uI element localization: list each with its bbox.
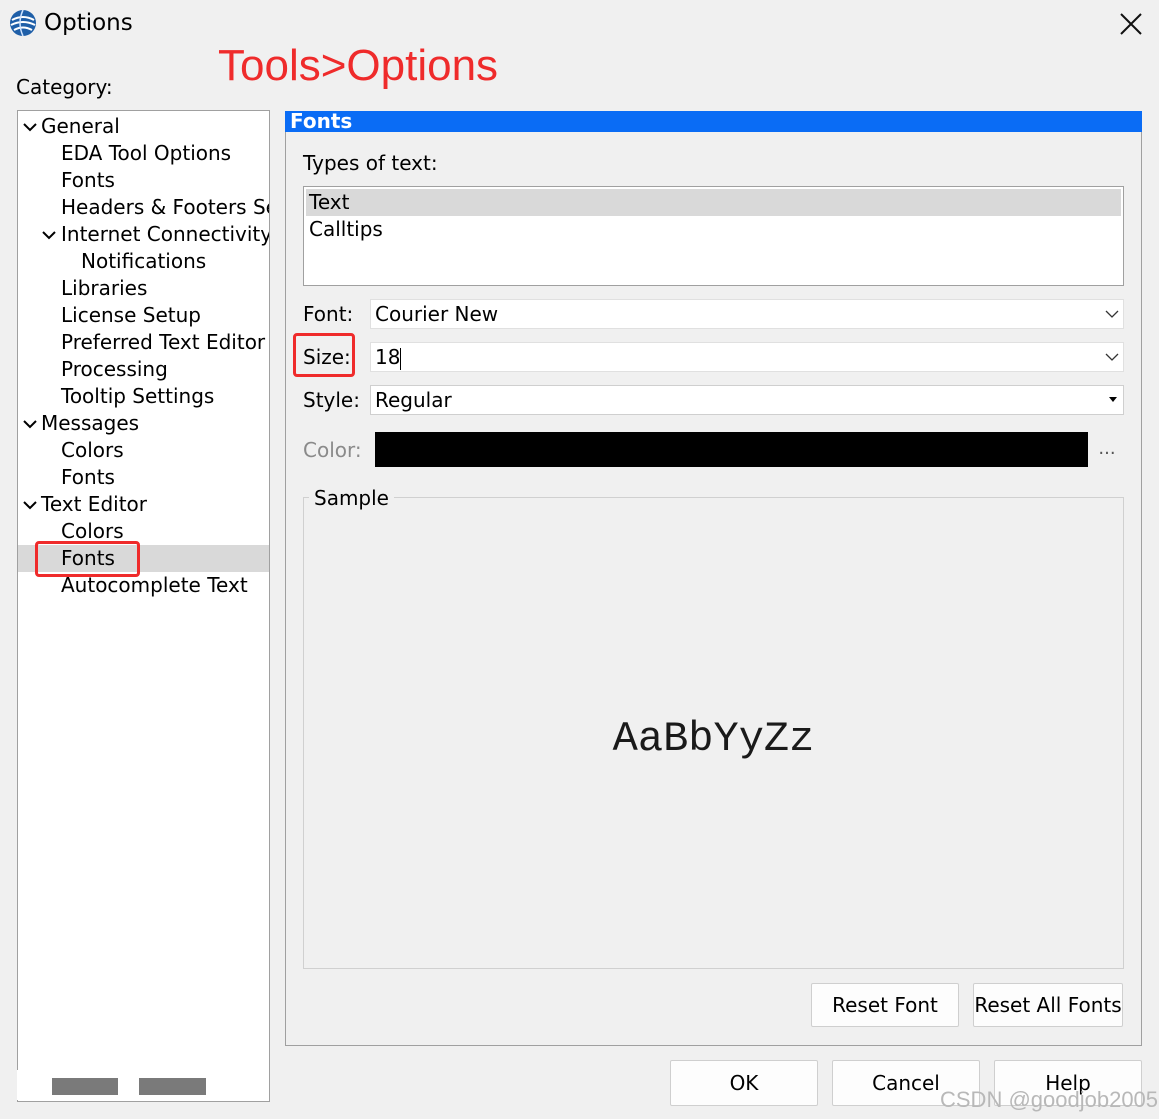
tree-item-label: EDA Tool Options bbox=[61, 141, 232, 165]
sample-label: Sample bbox=[309, 484, 394, 512]
tree-item-label: Tooltip Settings bbox=[61, 384, 215, 408]
types-of-text-label: Types of text: bbox=[303, 151, 438, 175]
tree-item-internet-connectivity[interactable]: Internet Connectivity bbox=[18, 221, 269, 248]
size-select[interactable]: 18 bbox=[370, 342, 1124, 372]
tree-item-label: Fonts bbox=[61, 465, 115, 489]
tree-item-general[interactable]: General bbox=[18, 113, 269, 140]
close-icon bbox=[1120, 13, 1142, 35]
text-cursor bbox=[400, 347, 402, 370]
window-title: Options bbox=[44, 10, 133, 36]
tree-item-label: Colors bbox=[61, 438, 124, 462]
tree-item-label: Libraries bbox=[61, 276, 148, 300]
tree-item-label: Notifications bbox=[81, 249, 207, 273]
style-label: Style: bbox=[303, 388, 360, 412]
reset-all-fonts-button[interactable]: Reset All Fonts bbox=[973, 983, 1123, 1027]
list-item-text[interactable]: Text bbox=[306, 189, 1121, 216]
reset-font-button[interactable]: Reset Font bbox=[811, 983, 959, 1027]
tree-item-label: Headers & Footers Set bbox=[61, 195, 270, 219]
tree-item-processing[interactable]: Processing bbox=[18, 356, 269, 383]
scrollbar-thumb[interactable] bbox=[52, 1078, 118, 1095]
tree-item-tooltip-settings[interactable]: Tooltip Settings bbox=[18, 383, 269, 410]
panel-title: Fonts bbox=[290, 109, 353, 133]
tree-item-label: Text Editor bbox=[41, 492, 147, 516]
category-label: Category: bbox=[16, 75, 113, 99]
font-select[interactable]: Courier New bbox=[370, 299, 1124, 329]
chevron-down-icon[interactable] bbox=[41, 227, 57, 243]
size-label: Size: bbox=[303, 345, 351, 369]
highlight-box-fonts bbox=[35, 541, 140, 577]
dropdown-arrow-icon bbox=[1109, 397, 1117, 402]
tree-item-messages-colors[interactable]: Colors bbox=[18, 437, 269, 464]
title-bar bbox=[0, 0, 1159, 50]
tree-item-text-editor[interactable]: Text Editor bbox=[18, 491, 269, 518]
tree-item-headers-footers[interactable]: Headers & Footers Set bbox=[18, 194, 269, 221]
style-select[interactable]: Regular bbox=[370, 385, 1124, 415]
tree-item-eda-tool-options[interactable]: EDA Tool Options bbox=[18, 140, 269, 167]
tree-item-libraries[interactable]: Libraries bbox=[18, 275, 269, 302]
close-button[interactable] bbox=[1108, 4, 1154, 44]
font-select-value: Courier New bbox=[375, 302, 499, 326]
tree-item-label: Preferred Text Editor bbox=[61, 330, 266, 354]
tree-item-label: Messages bbox=[41, 411, 140, 435]
tree-item-preferred-text-editor[interactable]: Preferred Text Editor bbox=[18, 329, 269, 356]
watermark: CSDN @goodjob2005 bbox=[940, 1087, 1159, 1112]
tree-item-label: Internet Connectivity bbox=[61, 222, 270, 246]
list-item-calltips[interactable]: Calltips bbox=[306, 216, 1121, 243]
tree-item-messages-fonts[interactable]: Fonts bbox=[18, 464, 269, 491]
types-of-text-list[interactable]: Text Calltips bbox=[303, 186, 1124, 286]
size-select-value: 18 bbox=[375, 345, 401, 369]
scrollbar-thumb[interactable] bbox=[139, 1078, 206, 1095]
chevron-down-icon bbox=[1105, 310, 1119, 318]
color-label: Color: bbox=[303, 438, 362, 462]
chevron-down-icon[interactable] bbox=[22, 497, 38, 513]
tree-item-notifications[interactable]: Notifications bbox=[18, 248, 269, 275]
annotation-title: Tools>Options bbox=[218, 41, 499, 90]
panel-header-bar bbox=[285, 111, 1142, 132]
color-picker-button[interactable]: ... bbox=[1092, 430, 1122, 468]
style-select-value: Regular bbox=[375, 388, 452, 412]
sample-text: AaBbYyZz bbox=[612, 715, 815, 763]
tree-item-messages[interactable]: Messages bbox=[18, 410, 269, 437]
tree-item-license-setup[interactable]: License Setup bbox=[18, 302, 269, 329]
tree-item-general-fonts[interactable]: Fonts bbox=[18, 167, 269, 194]
tree-item-label: License Setup bbox=[61, 303, 201, 327]
tree-item-label: Processing bbox=[61, 357, 168, 381]
font-label: Font: bbox=[303, 302, 354, 326]
chevron-down-icon[interactable] bbox=[22, 416, 38, 432]
category-tree[interactable]: General EDA Tool Options Fonts Headers &… bbox=[17, 110, 270, 1102]
app-globe-icon bbox=[8, 8, 38, 38]
chevron-down-icon[interactable] bbox=[22, 119, 38, 135]
tree-item-label: Fonts bbox=[61, 168, 115, 192]
tree-item-label: General bbox=[41, 114, 120, 138]
chevron-down-icon bbox=[1105, 353, 1119, 361]
ok-button[interactable]: OK bbox=[670, 1060, 818, 1106]
color-swatch[interactable] bbox=[375, 432, 1088, 467]
